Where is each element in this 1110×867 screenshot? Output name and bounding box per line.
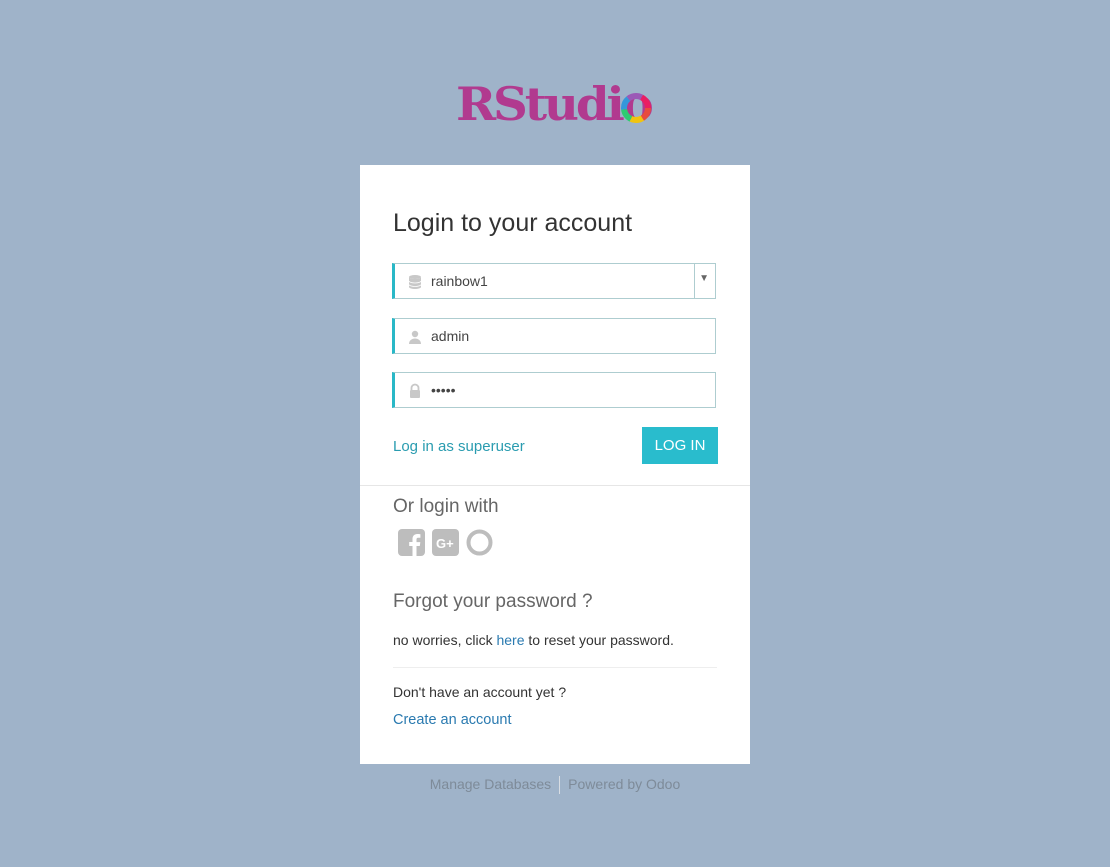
superuser-login-link[interactable]: Log in as superuser xyxy=(393,438,525,455)
reset-password-text: no worries, click here to reset your pas… xyxy=(393,632,674,648)
page-title: Login to your account xyxy=(393,209,633,237)
svg-text:G+: G+ xyxy=(436,536,454,551)
reset-text-before: no worries, click xyxy=(393,632,497,648)
password-field[interactable]: ••••• xyxy=(392,372,716,408)
user-icon xyxy=(409,330,421,344)
social-login-heading: Or login with xyxy=(393,496,499,517)
footer: Manage Databases Powered by Odoo xyxy=(0,776,1110,795)
password-value: ••••• xyxy=(431,382,456,398)
google-plus-icon[interactable]: G+ xyxy=(432,529,459,556)
login-card: Login to your account rainbow1 ▼ admin •… xyxy=(360,165,750,764)
manage-databases-link[interactable]: Manage Databases xyxy=(430,776,551,792)
caret-down-icon: ▼ xyxy=(699,273,709,284)
username-field[interactable]: admin xyxy=(392,318,716,354)
login-button[interactable]: LOG IN xyxy=(642,427,718,464)
powered-by-odoo-link[interactable]: Powered by Odoo xyxy=(568,776,680,792)
signup-divider xyxy=(393,667,717,668)
database-icon xyxy=(408,275,422,289)
forgot-password-heading: Forgot your password ? xyxy=(393,591,593,612)
section-divider xyxy=(360,485,750,486)
reset-password-link[interactable]: here xyxy=(496,632,524,648)
username-value: admin xyxy=(431,328,470,344)
odoo-icon[interactable] xyxy=(466,529,493,556)
facebook-icon[interactable] xyxy=(398,529,425,556)
create-account-link[interactable]: Create an account xyxy=(393,712,512,728)
footer-separator xyxy=(559,776,561,795)
signup-question: Don't have an account yet ? xyxy=(393,684,567,700)
rainbow-ring-icon xyxy=(621,93,651,123)
reset-text-after: to reset your password. xyxy=(524,632,674,648)
lock-icon xyxy=(410,383,420,398)
brand-logo: RStudio xyxy=(456,80,656,130)
database-select[interactable]: rainbow1 ▼ xyxy=(392,263,716,299)
database-dropdown-toggle[interactable]: ▼ xyxy=(694,264,715,298)
database-value: rainbow1 xyxy=(431,273,488,289)
